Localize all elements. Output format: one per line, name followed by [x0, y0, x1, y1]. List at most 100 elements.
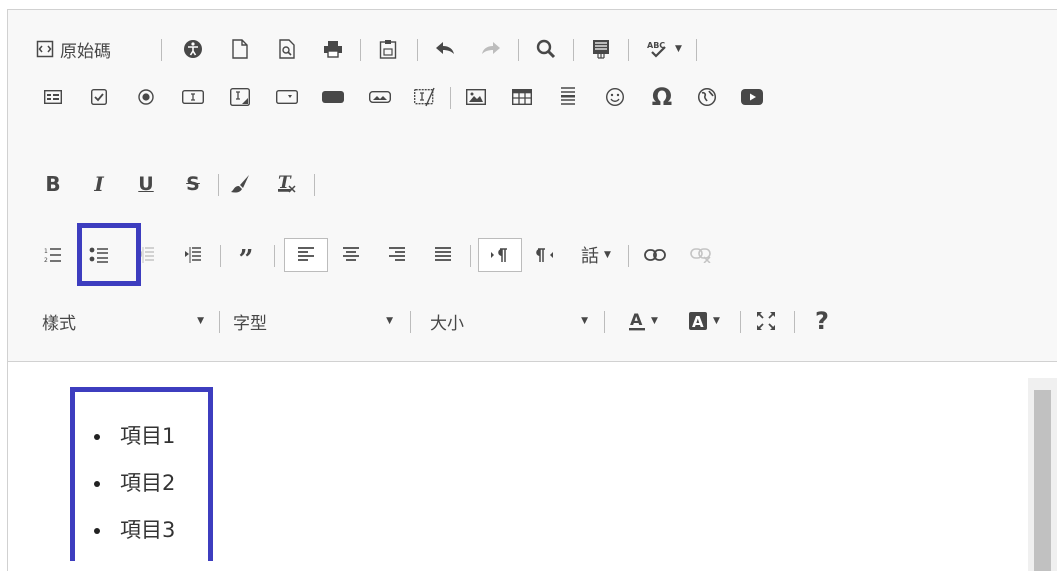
form-button[interactable] — [36, 80, 70, 114]
toolbar-row-2: Ω — [8, 80, 1057, 114]
templates-icon — [379, 40, 397, 59]
align-center-icon — [343, 247, 359, 261]
ltr-icon — [491, 248, 507, 262]
find-button[interactable] — [529, 32, 563, 66]
separator — [219, 311, 220, 333]
toolbar-row-3: B I U S T — [8, 167, 1057, 201]
select-all-button[interactable] — [584, 32, 618, 66]
print-button[interactable] — [316, 32, 350, 66]
globe-icon — [697, 87, 717, 107]
preview-button[interactable] — [270, 32, 304, 66]
table-icon — [512, 89, 532, 105]
svg-text:1: 1 — [44, 248, 48, 255]
smiley-icon — [605, 87, 625, 107]
font-combo[interactable]: 字型 ▼ — [233, 304, 401, 338]
background-color-button[interactable]: A ▼ — [676, 304, 732, 338]
indent-icon — [185, 247, 201, 263]
rtl-icon — [536, 248, 553, 262]
spellcheck-button[interactable]: ABC ▼ — [638, 32, 690, 66]
image-button-icon — [369, 91, 391, 103]
underline-button[interactable]: U — [129, 167, 163, 201]
radio-button[interactable] — [129, 80, 163, 114]
bold-icon: B — [45, 172, 61, 196]
chevron-down-icon: ▼ — [651, 316, 658, 326]
align-left-button[interactable] — [284, 238, 328, 272]
search-icon — [536, 39, 556, 59]
source-label: 原始碼 — [60, 41, 111, 62]
help-button[interactable]: ? — [805, 304, 839, 338]
select-field-button[interactable] — [270, 80, 304, 114]
text-color-button[interactable]: A ▼ — [616, 304, 670, 338]
separator — [470, 245, 471, 267]
chevron-down-icon: ▼ — [581, 316, 588, 326]
textarea-button[interactable] — [223, 80, 257, 114]
scrollbar[interactable] — [1028, 378, 1057, 571]
increase-indent-button[interactable] — [176, 238, 210, 272]
svg-text:A: A — [692, 313, 704, 331]
table-button[interactable] — [505, 80, 539, 114]
blockquote-button[interactable]: ” — [229, 238, 263, 275]
separator — [360, 39, 361, 61]
special-char-button[interactable]: Ω — [645, 80, 679, 114]
smiley-button[interactable] — [598, 80, 632, 114]
iframe-button[interactable] — [690, 80, 724, 114]
background-color-icon: A — [689, 312, 708, 331]
select-field-icon — [276, 90, 298, 104]
separator — [794, 311, 795, 333]
remove-format-button[interactable]: T — [270, 167, 304, 201]
list-item[interactable]: 項目3 — [82, 507, 175, 554]
separator — [410, 311, 411, 333]
language-icon: 話 — [581, 246, 600, 267]
separator — [417, 39, 418, 61]
checkbox-button[interactable] — [82, 80, 116, 114]
align-justify-button[interactable] — [426, 238, 460, 272]
list-item[interactable]: 項目1 — [82, 413, 175, 460]
image-icon — [466, 89, 486, 105]
text-direction-ltr-button[interactable] — [478, 238, 522, 272]
image-button[interactable] — [459, 80, 493, 114]
align-right-button[interactable] — [380, 238, 414, 272]
horizontal-rule-button[interactable] — [551, 80, 585, 114]
spellcheck-icon: ABC — [647, 41, 666, 58]
redo-button[interactable] — [474, 32, 508, 66]
new-page-button[interactable] — [223, 32, 257, 66]
separator — [220, 245, 221, 267]
chevron-down-icon: ▼ — [713, 316, 720, 326]
text-color-icon: A — [629, 311, 646, 331]
align-justify-icon — [435, 247, 451, 261]
italic-button[interactable]: I — [82, 167, 116, 201]
image-button-field-button[interactable] — [363, 80, 397, 114]
numbered-list-button[interactable]: 1 2 — [36, 238, 70, 272]
bold-button[interactable]: B — [36, 167, 70, 201]
link-button[interactable] — [638, 238, 672, 272]
textfield-icon — [182, 90, 204, 104]
undo-button[interactable] — [428, 32, 462, 66]
unlink-button[interactable] — [684, 238, 718, 272]
strikethrough-button[interactable]: S — [176, 167, 210, 201]
language-button[interactable]: 話 ▼ — [570, 238, 622, 272]
svg-text:A: A — [630, 311, 643, 329]
hidden-field-button[interactable] — [408, 80, 442, 114]
help-icon: ? — [815, 307, 829, 335]
bulleted-list: 項目1 項目2 項目3 — [82, 413, 175, 554]
source-button[interactable]: 原始碼 — [36, 32, 150, 66]
editor-toolbar: 原始碼 ABC ▼ Ω B I U S T 1 2 ” 話 ▼ 樣式 ▼ 字型 … — [8, 10, 1057, 362]
style-combo[interactable]: 樣式 ▼ — [42, 304, 212, 338]
separator — [450, 87, 451, 109]
hidden-field-icon — [414, 87, 435, 107]
size-combo[interactable]: 大小 ▼ — [430, 304, 596, 338]
templates-button[interactable] — [371, 32, 405, 66]
list-item[interactable]: 項目2 — [82, 460, 175, 507]
align-center-button[interactable] — [334, 238, 368, 272]
maximize-button[interactable] — [749, 304, 783, 338]
youtube-button[interactable] — [735, 80, 769, 114]
paintbrush-icon — [231, 175, 249, 193]
textfield-button[interactable] — [176, 80, 210, 114]
button-field-button[interactable] — [316, 80, 350, 114]
text-direction-rtl-button[interactable] — [528, 238, 562, 272]
accessibility-button[interactable] — [176, 32, 210, 66]
underline-icon: U — [138, 173, 154, 195]
scrollbar-thumb[interactable] — [1034, 390, 1051, 571]
copy-formatting-button[interactable] — [223, 167, 257, 201]
maximize-icon — [757, 312, 775, 330]
